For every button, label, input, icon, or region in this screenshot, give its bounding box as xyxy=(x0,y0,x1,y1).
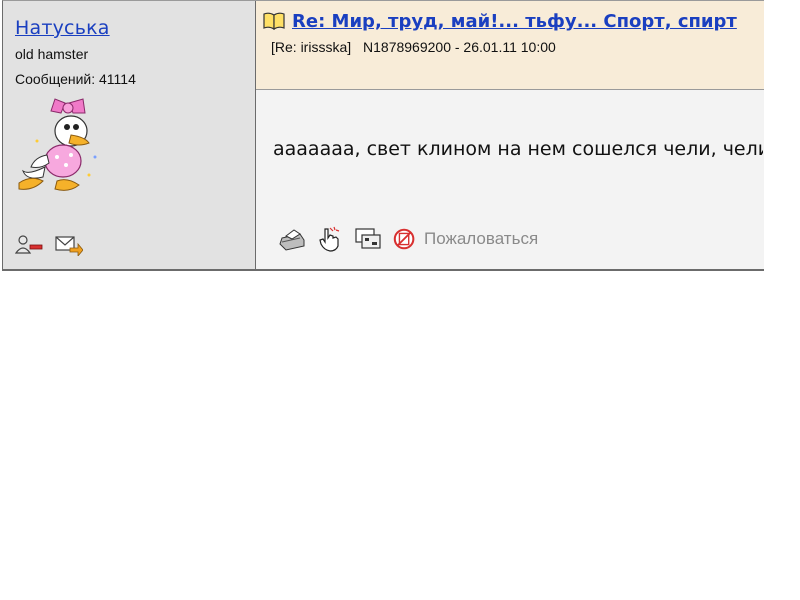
post-header: Re: Мир, труд, май!... тьфу... Спорт, сп… xyxy=(256,1,764,90)
author-name-link[interactable]: Натуська xyxy=(15,17,110,39)
author-post-count: Сообщений: 41114 xyxy=(15,71,136,87)
book-icon xyxy=(263,12,285,31)
user-actions xyxy=(15,234,83,256)
forum-post: Натуська old hamster Сообщений: 41114 Re… xyxy=(2,0,764,271)
post-title-link[interactable]: Re: Мир, труд, май!... тьфу... Спорт, сп… xyxy=(292,11,762,32)
post-actions: Пожаловаться xyxy=(278,226,538,252)
avatar xyxy=(18,98,97,191)
post-message: ааааааа, свет клином на нем сошелся чели… xyxy=(273,138,763,160)
author-rank: old hamster xyxy=(15,46,89,62)
send-message-icon[interactable] xyxy=(55,234,83,256)
complain-icon xyxy=(393,228,415,250)
reply-to-label: [Re: irissska] xyxy=(271,39,352,55)
complain-label: Пожаловаться xyxy=(424,229,539,248)
complain-button[interactable]: Пожаловаться xyxy=(392,226,538,252)
pointer-hand-icon[interactable] xyxy=(316,226,344,252)
post-body: ааааааа, свет клином на нем сошелся чели… xyxy=(256,90,764,269)
post-id-date: N1878969200 - 26.01.11 10:00 xyxy=(363,39,556,55)
print-icon[interactable] xyxy=(278,226,306,252)
post-meta: [Re: irissska] N1878969200 - 26.01.11 10… xyxy=(271,39,556,55)
forward-icon[interactable] xyxy=(354,226,382,252)
remove-user-icon[interactable] xyxy=(15,234,43,256)
author-panel: Натуська old hamster Сообщений: 41114 xyxy=(3,1,256,269)
